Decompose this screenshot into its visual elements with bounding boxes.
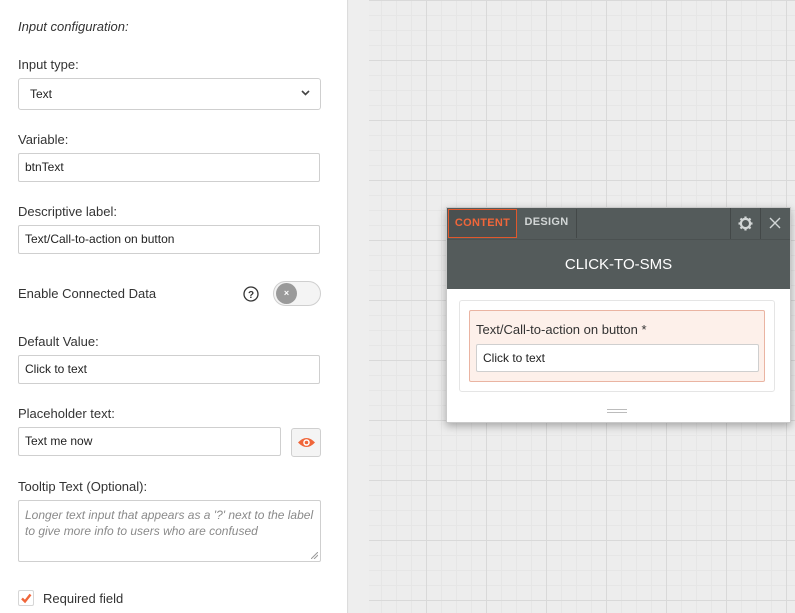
settings-button[interactable] [730, 208, 760, 239]
descriptive-label-label: Descriptive label: [18, 204, 117, 219]
default-value-label: Default Value: [18, 334, 99, 349]
resize-grip-icon[interactable] [311, 552, 318, 559]
preview-placeholder-button[interactable] [291, 428, 321, 457]
required-label: Required field [43, 591, 124, 606]
tooltip-placeholder: Longer text input that appears as a '?' … [25, 508, 314, 538]
variable-label: Variable: [18, 132, 69, 147]
sms-field-group: Text/Call-to-action on button * Click to… [469, 310, 765, 382]
placeholder-input[interactable]: Text me now [18, 427, 281, 456]
default-value-input[interactable]: Click to text [18, 355, 320, 384]
required-checkbox[interactable] [18, 590, 34, 606]
placeholder-label: Placeholder text: [18, 406, 115, 421]
widget-title: CLICK-TO-SMS [447, 239, 790, 289]
widget-body: Text/Call-to-action on button * Click to… [459, 300, 775, 392]
variable-input[interactable]: btnText [18, 153, 320, 182]
input-type-select[interactable]: Text [18, 78, 321, 110]
checkmark-icon [21, 593, 32, 604]
sms-button-text-input[interactable]: Click to text [476, 344, 759, 372]
section-title: Input configuration: [18, 19, 129, 34]
input-type-label: Input type: [18, 57, 79, 72]
input-type-value: Text [30, 87, 53, 101]
help-icon[interactable]: ? [243, 286, 259, 302]
click-to-sms-widget[interactable]: CONTENT DESIGN CLICK-TO-SMS Text/Call-to… [446, 207, 791, 423]
connected-data-toggle[interactable]: × [273, 281, 321, 306]
input-config-panel: Input configuration: Input type: Text Va… [0, 0, 348, 613]
gear-icon [738, 216, 753, 231]
widget-resize-handle[interactable] [607, 409, 627, 414]
chevron-down-icon [301, 90, 310, 96]
connected-data-label: Enable Connected Data [18, 286, 157, 301]
widget-toolbar: CONTENT DESIGN [447, 208, 790, 239]
toggle-off-icon: × [276, 283, 297, 304]
help-symbol: ? [248, 290, 254, 301]
close-button[interactable] [760, 208, 790, 239]
close-icon [769, 217, 781, 229]
tooltip-label: Tooltip Text (Optional): [18, 479, 148, 494]
tab-content[interactable]: CONTENT [448, 209, 517, 238]
tooltip-textarea[interactable]: Longer text input that appears as a '?' … [18, 500, 321, 562]
eye-icon [298, 438, 315, 447]
tab-design[interactable]: DESIGN [517, 209, 577, 238]
descriptive-label-input[interactable]: Text/Call-to-action on button [18, 225, 320, 254]
sms-field-label: Text/Call-to-action on button * [476, 322, 647, 337]
